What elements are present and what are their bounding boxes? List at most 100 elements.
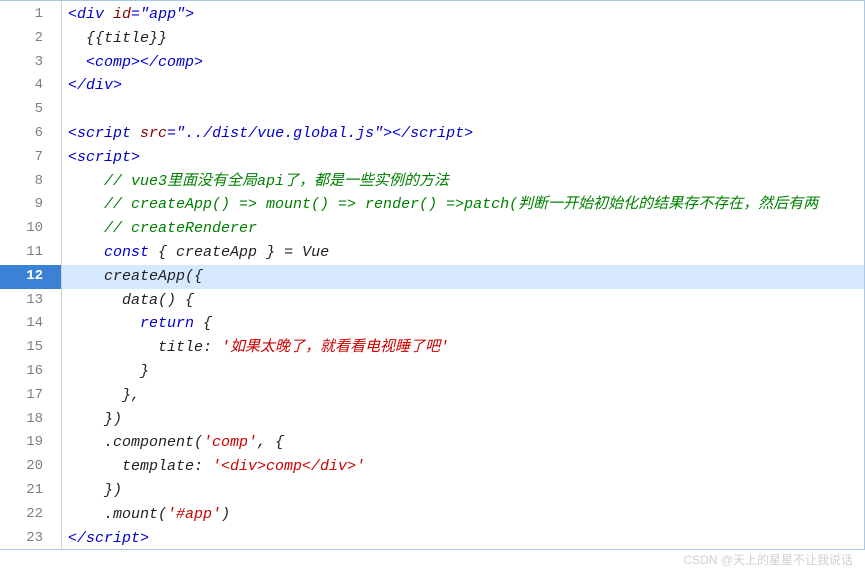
line-number: 5 xyxy=(0,98,61,122)
token-func: data xyxy=(122,292,158,309)
line-number: 11 xyxy=(0,241,61,265)
token-str: "../dist/vue.global.js" xyxy=(176,125,383,142)
token-text xyxy=(104,6,113,23)
code-line[interactable]: // createRenderer xyxy=(62,217,864,241)
token-text xyxy=(68,220,104,237)
token-strval: '<div>comp</div>' xyxy=(212,458,365,475)
code-line[interactable]: <comp></comp> xyxy=(62,51,864,75)
token-tag: ></script> xyxy=(383,125,473,142)
line-number: 18 xyxy=(0,408,61,432)
line-number: 10 xyxy=(0,217,61,241)
token-text: () { xyxy=(158,292,194,309)
code-line[interactable]: .component('comp', { xyxy=(62,431,864,455)
code-line[interactable]: <div id="app"> xyxy=(62,3,864,27)
code-area[interactable]: <div id="app"> {{title}} <comp></comp> </… xyxy=(62,1,864,549)
token-tag: <script> xyxy=(68,149,140,166)
token-attr: src xyxy=(140,125,167,142)
token-text xyxy=(68,244,104,261)
token-text: . xyxy=(68,434,113,451)
code-line[interactable]: {{title}} xyxy=(62,27,864,51)
token-func: createApp xyxy=(176,244,257,261)
line-number: 8 xyxy=(0,170,61,194)
token-text: } = Vue xyxy=(257,244,329,261)
code-line[interactable]: }) xyxy=(62,408,864,432)
token-tag: </script> xyxy=(68,530,149,547)
token-tag: <script xyxy=(68,125,131,142)
token-text: {{title}} xyxy=(68,30,167,47)
line-number: 7 xyxy=(0,146,61,170)
line-number: 19 xyxy=(0,431,61,455)
token-strval: 'comp' xyxy=(203,434,257,451)
line-number: 6 xyxy=(0,122,61,146)
code-line[interactable]: title: '如果太晚了，就看看电视睡了吧' xyxy=(62,336,864,360)
code-line[interactable]: .mount('#app') xyxy=(62,503,864,527)
token-text: }) xyxy=(68,411,122,428)
token-text xyxy=(68,268,104,285)
code-line[interactable]: template: '<div>comp</div>' xyxy=(62,455,864,479)
line-number: 1 xyxy=(0,3,61,27)
token-comment: // createApp() => mount() => render() =>… xyxy=(104,196,818,213)
code-line[interactable]: </div> xyxy=(62,74,864,98)
line-number: 15 xyxy=(0,336,61,360)
token-text: { xyxy=(194,315,212,332)
code-line[interactable]: // vue3里面没有全局api了，都是一些实例的方法 xyxy=(62,170,864,194)
token-text xyxy=(68,54,86,71)
token-text: ( xyxy=(194,434,203,451)
code-line[interactable]: }) xyxy=(62,479,864,503)
line-number: 22 xyxy=(0,503,61,527)
code-line[interactable]: const { createApp } = Vue xyxy=(62,241,864,265)
token-text: ({ xyxy=(185,268,203,285)
line-number: 12 xyxy=(0,265,61,289)
token-text xyxy=(68,196,104,213)
token-text: } xyxy=(68,363,149,380)
line-number: 17 xyxy=(0,384,61,408)
token-strval: '#app' xyxy=(167,506,221,523)
token-tag: <comp></comp> xyxy=(86,54,203,71)
token-text: template: xyxy=(68,458,212,475)
token-text xyxy=(68,173,104,190)
line-number: 2 xyxy=(0,27,61,51)
code-line[interactable]: }, xyxy=(62,384,864,408)
token-tag: = xyxy=(167,125,176,142)
code-line[interactable] xyxy=(62,98,864,122)
token-text: ( xyxy=(158,506,167,523)
token-text: ) xyxy=(221,506,230,523)
token-str: "app" xyxy=(140,6,185,23)
line-number: 16 xyxy=(0,360,61,384)
line-number: 3 xyxy=(0,51,61,75)
token-func: component xyxy=(113,434,194,451)
token-attr: id xyxy=(113,6,131,23)
code-editor[interactable]: 1234567891011121314151617181920212223 <d… xyxy=(0,0,865,550)
line-number: 13 xyxy=(0,289,61,313)
line-number: 23 xyxy=(0,527,61,551)
line-number: 21 xyxy=(0,479,61,503)
token-keyword: return xyxy=(140,315,194,332)
token-tag: = xyxy=(131,6,140,23)
line-number: 20 xyxy=(0,455,61,479)
code-line[interactable]: return { xyxy=(62,312,864,336)
code-line[interactable]: // createApp() => mount() => render() =>… xyxy=(62,193,864,217)
code-line[interactable]: <script src="../dist/vue.global.js"></sc… xyxy=(62,122,864,146)
token-strval: '如果太晚了，就看看电视睡了吧' xyxy=(221,339,449,356)
code-line[interactable]: } xyxy=(62,360,864,384)
code-line[interactable]: </script> xyxy=(62,527,864,549)
token-text: }) xyxy=(68,482,122,499)
token-text: . xyxy=(68,506,113,523)
token-text xyxy=(68,315,140,332)
token-tag: </div> xyxy=(68,77,122,94)
token-func: mount xyxy=(113,506,158,523)
watermark: CSDN @天上的星星不让我说话 xyxy=(683,551,853,568)
token-comment: // vue3里面没有全局api了，都是一些实例的方法 xyxy=(104,173,449,190)
code-line[interactable]: <script> xyxy=(62,146,864,170)
token-text: { xyxy=(149,244,176,261)
code-line[interactable]: createApp({ xyxy=(62,265,864,289)
token-tag: > xyxy=(185,6,194,23)
token-func: createApp xyxy=(104,268,185,285)
token-text xyxy=(131,125,140,142)
token-comment: // createRenderer xyxy=(104,220,257,237)
line-number: 4 xyxy=(0,74,61,98)
line-number: 9 xyxy=(0,193,61,217)
code-line[interactable]: data() { xyxy=(62,289,864,313)
token-text xyxy=(68,292,122,309)
line-number: 14 xyxy=(0,312,61,336)
